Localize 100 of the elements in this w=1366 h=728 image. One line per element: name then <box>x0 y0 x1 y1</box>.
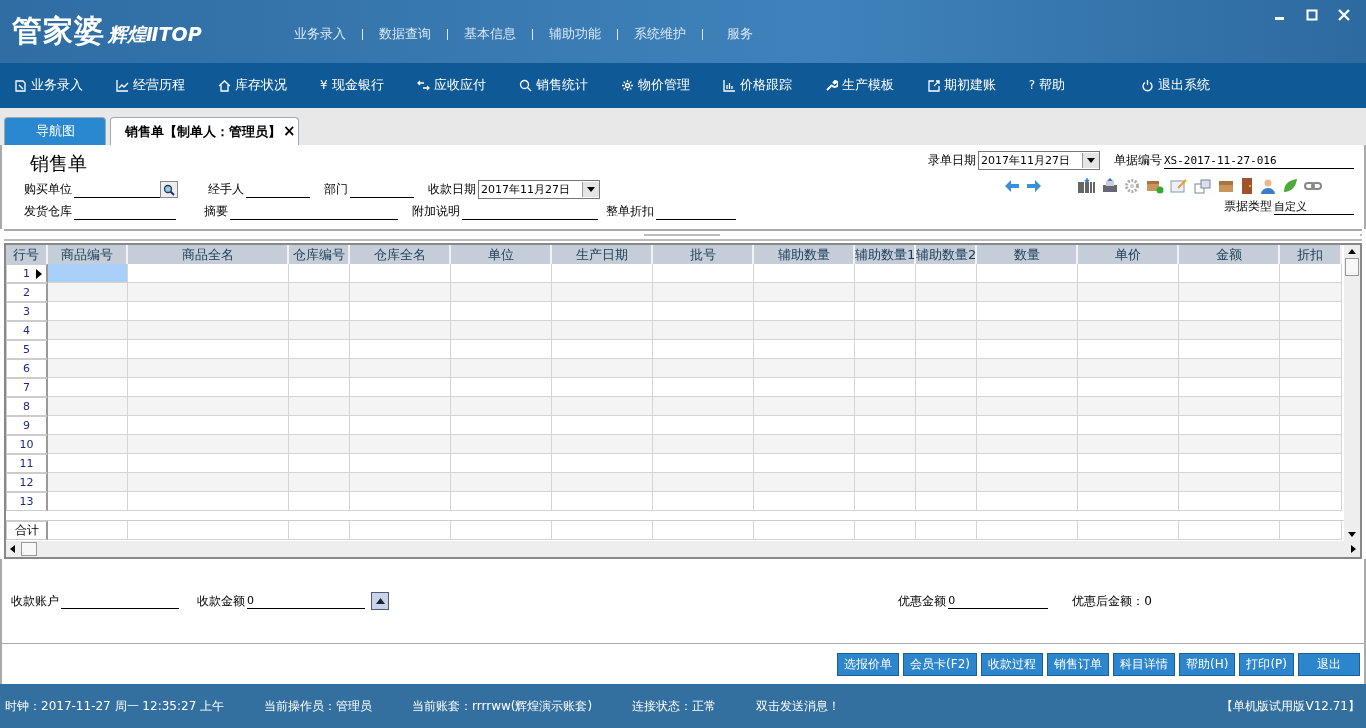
arrows-icon <box>416 78 430 92</box>
column-header[interactable]: 折扣 <box>1280 244 1342 264</box>
note-edit-icon[interactable] <box>1170 177 1188 194</box>
dropdown-arrow-icon[interactable] <box>1087 158 1095 164</box>
column-header[interactable]: 仓库全名 <box>350 244 451 264</box>
tab[interactable]: 销售单【制单人：管理员】× <box>110 116 299 145</box>
gear-icon[interactable] <box>1124 177 1140 194</box>
wrench-icon <box>824 78 838 92</box>
toolbar-button[interactable]: 退出系统 <box>1141 76 1210 95</box>
field-label: 收款账户 <box>11 592 59 610</box>
column-header[interactable]: 数量 <box>977 244 1078 264</box>
input-field[interactable]: 自定义 <box>1274 198 1354 215</box>
field-label: 票据类型 <box>1224 198 1272 216</box>
menu-item[interactable]: 服务 <box>709 25 763 44</box>
arrow-left-icon[interactable] <box>1004 178 1020 193</box>
field-label: 收款日期 <box>428 181 476 199</box>
menu-item[interactable]: 基本信息 <box>454 25 526 44</box>
user-icon[interactable] <box>1260 177 1276 194</box>
expand-button[interactable] <box>371 592 389 611</box>
date-picker[interactable]: 2017年11月27日 <box>478 180 600 200</box>
field-label: 收款金额 <box>197 592 245 610</box>
toolbar-button[interactable]: 销售统计 <box>518 76 588 95</box>
leaf-icon[interactable] <box>1282 177 1298 194</box>
scroll-right-icon[interactable] <box>1351 545 1356 554</box>
export-icon <box>926 78 940 92</box>
column-header[interactable]: 商品全名 <box>128 244 289 264</box>
search-icon <box>518 78 532 92</box>
action-button[interactable]: 科目详情 <box>1113 652 1175 676</box>
copy-icon[interactable] <box>1194 177 1212 194</box>
horizontal-scrollbar[interactable] <box>6 541 1360 558</box>
arrow-right-icon[interactable] <box>1026 178 1042 193</box>
menu-item[interactable]: 业务录入 <box>284 25 356 44</box>
column-header[interactable]: 仓库编号 <box>289 244 350 264</box>
discounted-total: 优惠后金额：0 <box>1072 592 1152 610</box>
column-header[interactable]: 辅助数量1 <box>855 244 916 264</box>
column-header[interactable]: 金额 <box>1179 244 1280 264</box>
input-field[interactable]: 0 <box>247 593 365 610</box>
column-header[interactable]: 辅助数量2 <box>916 244 977 264</box>
action-button[interactable]: 选报价单 <box>837 652 900 676</box>
toolbar-button[interactable]: 库存状况 <box>218 76 287 95</box>
splitter-handle[interactable] <box>4 228 1362 241</box>
toolbar-button[interactable]: 业务录入 <box>14 76 83 95</box>
action-button[interactable]: 会员卡(F2) <box>903 652 977 676</box>
field-label: 优惠金额 <box>898 592 947 610</box>
door-icon[interactable] <box>1240 176 1254 195</box>
scroll-up-icon[interactable] <box>1348 248 1356 254</box>
column-header[interactable]: 单价 <box>1078 244 1179 264</box>
toolbar-button[interactable]: ? 帮助 <box>1028 76 1065 95</box>
document-icon <box>14 78 27 92</box>
toolbar-button[interactable]: 生产模板 <box>824 76 894 95</box>
action-button[interactable]: 退出 <box>1298 652 1360 676</box>
vertical-scrollbar[interactable] <box>1344 244 1360 542</box>
toolbar-button[interactable]: 物价管理 <box>620 76 690 95</box>
power-icon <box>1141 78 1154 92</box>
logo-text: 管家婆 <box>12 11 105 50</box>
status-text: 双击发送消息！ <box>756 697 841 715</box>
action-button[interactable]: 销售订单 <box>1047 652 1109 676</box>
search-button[interactable] <box>160 181 178 199</box>
field-label: 录单日期 <box>928 152 976 170</box>
toolbar-button[interactable]: 经营历程 <box>116 76 185 95</box>
column-header[interactable]: 商品编号 <box>48 244 128 264</box>
column-header[interactable]: 辅助数量 <box>754 244 855 264</box>
printer-icon[interactable] <box>1102 177 1118 194</box>
link-icon[interactable] <box>1304 179 1322 192</box>
close-icon[interactable] <box>1338 9 1350 21</box>
column-header[interactable]: 行号 <box>6 244 48 264</box>
close-tab-icon[interactable]: × <box>283 121 296 140</box>
version-label: 【单机版试用版V12.71】 <box>1221 697 1360 715</box>
menu-item[interactable]: 辅助功能 <box>539 25 611 44</box>
column-header[interactable]: 单位 <box>451 244 552 264</box>
input-field[interactable]: XS-2017-11-27-016 <box>1164 152 1354 169</box>
toolbar-button[interactable]: 期初建账 <box>926 76 996 95</box>
field-label: 摘要 <box>204 203 228 221</box>
bar-chart-icon <box>722 78 736 92</box>
barcode-icon[interactable] <box>1078 177 1096 194</box>
column-header[interactable]: 批号 <box>653 244 754 264</box>
field-label: 整单折扣 <box>606 203 654 221</box>
tab[interactable]: 导航图 <box>4 116 106 145</box>
toolbar-button[interactable]: 应收应付 <box>416 76 486 95</box>
toolbar-button[interactable]: ¥ 现金银行 <box>320 76 384 95</box>
input-field[interactable]: 0 <box>948 593 1049 610</box>
scroll-thumb[interactable] <box>1345 257 1359 276</box>
status-text: 当前账套：rrrrww(辉煌演示账套) <box>412 697 593 715</box>
status-text: 连接状态：正常 <box>632 697 717 715</box>
date-picker[interactable]: 2017年11月27日 <box>978 151 1100 171</box>
scroll-thumb[interactable] <box>21 542 37 557</box>
dropdown-arrow-icon[interactable] <box>587 187 595 193</box>
field-label: 单据编号 <box>1114 152 1162 170</box>
menu-item[interactable]: 系统维护 <box>624 25 696 44</box>
action-button[interactable]: 打印(P) <box>1239 652 1294 676</box>
status-text: 时钟：2017-11-27 周一 12:35:27 上午 <box>5 697 225 715</box>
action-button[interactable]: 帮助(H) <box>1179 652 1236 676</box>
column-header[interactable]: 生产日期 <box>552 244 653 264</box>
scroll-down-icon[interactable] <box>1348 532 1356 538</box>
caret-up-icon <box>375 598 385 605</box>
toolbar-button[interactable]: 价格跟踪 <box>722 76 792 95</box>
scroll-left-icon[interactable] <box>10 545 15 554</box>
action-button[interactable]: 收款过程 <box>981 652 1043 676</box>
menu-item[interactable]: 数据查询 <box>369 25 441 44</box>
maximize-icon[interactable] <box>1306 9 1318 21</box>
